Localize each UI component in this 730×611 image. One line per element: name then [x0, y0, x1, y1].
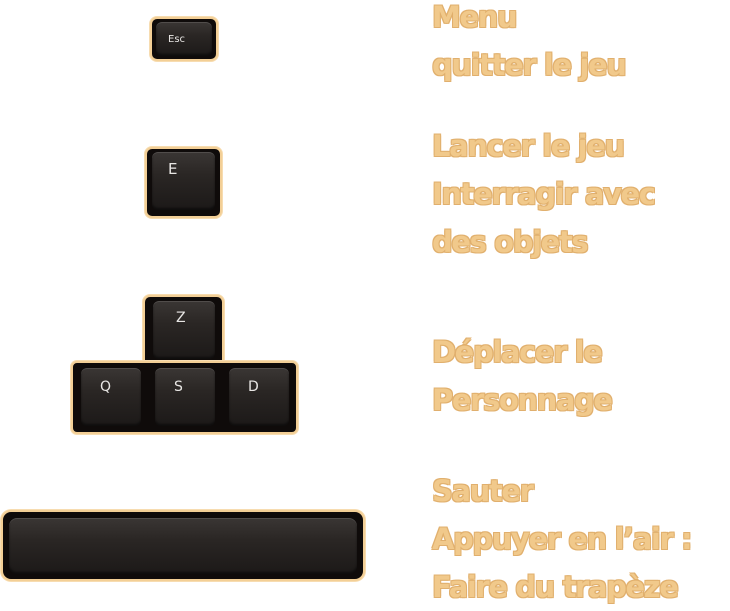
space-description-line: Appuyer en l’air : — [432, 522, 693, 556]
zqsd-description: Déplacer le Personnage — [432, 328, 613, 424]
e-keycap: E — [152, 152, 215, 210]
space-key — [1, 510, 365, 581]
e-description: Lancer le jeu Interragir avec des objets — [432, 122, 656, 266]
d-key-label: D — [248, 379, 259, 395]
esc-description: Menu quitter le jeu — [432, 0, 627, 89]
e-description-line: Lancer le jeu — [432, 129, 625, 163]
esc-key-label: Esc — [168, 34, 186, 45]
s-key: S — [155, 368, 215, 426]
z-key: Z — [143, 295, 224, 367]
e-key-label: E — [168, 160, 178, 178]
esc-description-line: Menu — [432, 0, 518, 34]
s-key-label: S — [174, 379, 183, 395]
space-description-line: Faire du trapèze — [432, 570, 679, 604]
e-description-line: des objets — [432, 225, 589, 259]
space-keycap — [9, 518, 357, 574]
zqsd-description-line: Personnage — [432, 383, 613, 417]
esc-description-line: quitter le jeu — [432, 48, 627, 82]
z-keycap: Z — [153, 301, 215, 359]
esc-keycap: Esc — [156, 22, 212, 56]
z-key-label: Z — [176, 310, 186, 326]
zqsd-description-line: Déplacer le — [432, 335, 603, 369]
space-description-line: Sauter — [432, 474, 534, 508]
qsd-key-row: Q S D — [71, 361, 298, 434]
e-description-line: Interragir avec — [432, 177, 656, 211]
esc-key: Esc — [150, 17, 218, 61]
d-key: D — [229, 368, 289, 426]
space-description: Sauter Appuyer en l’air : Faire du trapè… — [432, 467, 693, 611]
e-key: E — [145, 147, 222, 218]
q-key: Q — [81, 368, 141, 426]
q-key-label: Q — [100, 379, 112, 395]
